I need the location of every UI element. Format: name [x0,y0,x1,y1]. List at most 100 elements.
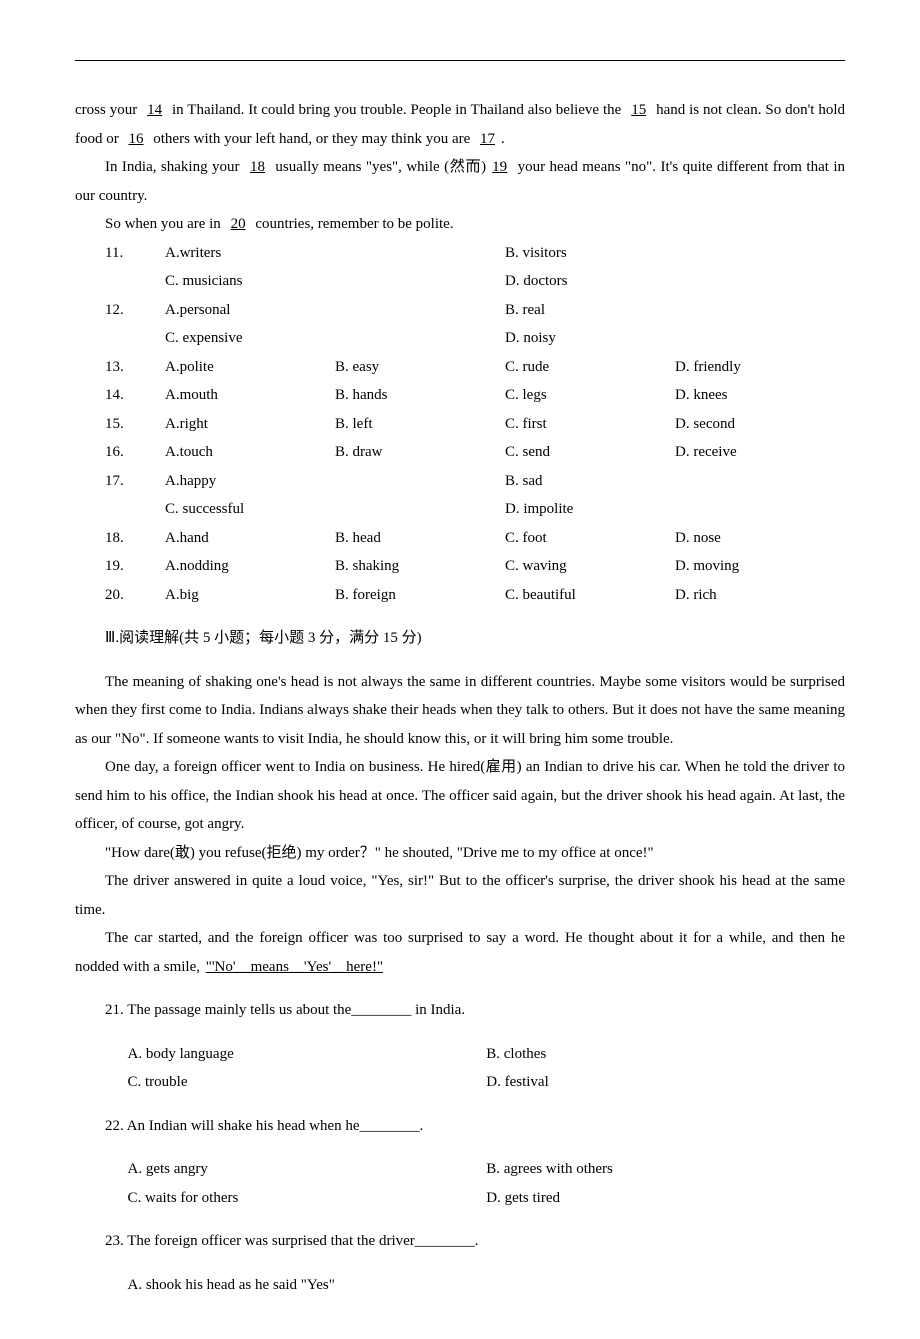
option-row: A.politeB. easyC. rudeD. friendly [165,353,845,382]
option: A. gets angry [128,1155,487,1184]
option: B. draw [335,438,505,467]
reading-question: 21. The passage mainly tells us about th… [75,996,845,1097]
cloze-paragraph-1: cross your 14 in Thailand. It could brin… [75,96,845,153]
option-row: A.handB. headC. footD. nose [165,524,845,553]
option: A.big [165,581,335,610]
question-number: 14. [105,381,165,410]
option-row: A.rightB. leftC. firstD. second [165,410,845,439]
option-row: A.mouthB. handsC. legsD. knees [165,381,845,410]
option-row: A. body languageB. clothes [75,1040,845,1069]
option: C. musicians [165,267,505,296]
underlined-text: "'No'__means__'Yes'__here!" [204,959,385,975]
text: cross your [75,102,141,118]
question-row: 12.A.personalB. real [75,296,845,325]
passage-paragraph: The meaning of shaking one's head is not… [75,668,845,754]
option-row: C. troubleD. festival [75,1068,845,1097]
option-row: A. shook his head as he said "Yes" [75,1271,845,1300]
option: C. send [505,438,675,467]
question-row: 15.A.rightB. leftC. firstD. second [75,410,845,439]
blank-16: 16 [123,131,150,147]
passage-paragraph: The driver answered in quite a loud voic… [75,867,845,924]
option: A.happy [165,467,505,496]
blank-18: 18 [244,159,271,175]
option-row: C. musiciansD. doctors [75,267,845,296]
option: A.personal [165,296,505,325]
option: C. legs [505,381,675,410]
horizontal-rule [75,60,845,61]
option-row: A.writersB. visitors [165,239,845,268]
option: D. gets tired [486,1184,845,1213]
option: C. trouble [128,1068,487,1097]
question-number: 20. [105,581,165,610]
option: A. shook his head as he said "Yes" [128,1271,846,1300]
reading-question: 23. The foreign officer was surprised th… [75,1227,845,1299]
option: C. first [505,410,675,439]
option-row: A.personalB. real [165,296,845,325]
passage-paragraph: "How dare(敢) you refuse(拒绝) my order？" h… [75,839,845,868]
question-number: 17. [105,467,165,496]
option: C. rude [505,353,675,382]
option: D. impolite [505,495,845,524]
text: usually means "yes", while (然而) [271,159,486,175]
option-row: A.touchB. drawC. sendD. receive [165,438,845,467]
option-row: A. gets angryB. agrees with others [75,1155,845,1184]
option: B. easy [335,353,505,382]
option: A.right [165,410,335,439]
option-row: A.noddingB. shakingC. wavingD. moving [165,552,845,581]
option-row: C. waits for othersD. gets tired [75,1184,845,1213]
option: A.writers [165,239,505,268]
text: in Thailand. It could bring you trouble.… [168,102,625,118]
blank-14: 14 [141,102,168,118]
question-number: 11. [105,239,165,268]
option: A.nodding [165,552,335,581]
cloze-paragraph-3: So when you are in 20 countries, remembe… [75,210,845,239]
option: C. foot [505,524,675,553]
option: B. foreign [335,581,505,610]
option: C. waits for others [128,1184,487,1213]
option: B. hands [335,381,505,410]
option: C. expensive [165,324,505,353]
blank-20: 20 [225,216,252,232]
option: D. second [675,410,845,439]
text: In India, shaking your [105,159,244,175]
passage-paragraph: The car started, and the foreign officer… [75,924,845,981]
text: The car started, and the foreign officer… [75,930,845,975]
option: C. beautiful [505,581,675,610]
question-row: 17.A.happyB. sad [75,467,845,496]
option: B. head [335,524,505,553]
option: B. clothes [486,1040,845,1069]
option-row: C. successfulD. impolite [75,495,845,524]
option: A.polite [165,353,335,382]
question-row: 13.A.politeB. easyC. rudeD. friendly [75,353,845,382]
passage-paragraph: One day, a foreign officer went to India… [75,753,845,839]
option: B. sad [505,467,845,496]
option: D. festival [486,1068,845,1097]
text: others with your left hand, or they may … [150,131,475,147]
question-row: 11.A.writersB. visitors [75,239,845,268]
reading-passage: The meaning of shaking one's head is not… [75,668,845,982]
option: A.mouth [165,381,335,410]
text: So when you are in [105,216,225,232]
blank-19: 19 [486,159,513,175]
blank-15: 15 [625,102,652,118]
text: countries, remember to be polite. [252,216,454,232]
text: . [501,131,505,147]
question-row: 19.A.noddingB. shakingC. wavingD. moving [75,552,845,581]
reading-question: 22. An Indian will shake his head when h… [75,1112,845,1213]
question-number: 13. [105,353,165,382]
option: D. nose [675,524,845,553]
option: A.touch [165,438,335,467]
question-row: 16.A.touchB. drawC. sendD. receive [75,438,845,467]
blank-17: 17 [474,131,501,147]
option: D. rich [675,581,845,610]
option: D. doctors [505,267,845,296]
question-number: 19. [105,552,165,581]
option: D. noisy [505,324,845,353]
option: B. visitors [505,239,845,268]
option: C. waving [505,552,675,581]
option: D. moving [675,552,845,581]
option: A.hand [165,524,335,553]
option: A. body language [128,1040,487,1069]
option: B. left [335,410,505,439]
cloze-paragraph-2: In India, shaking your 18 usually means … [75,153,845,210]
